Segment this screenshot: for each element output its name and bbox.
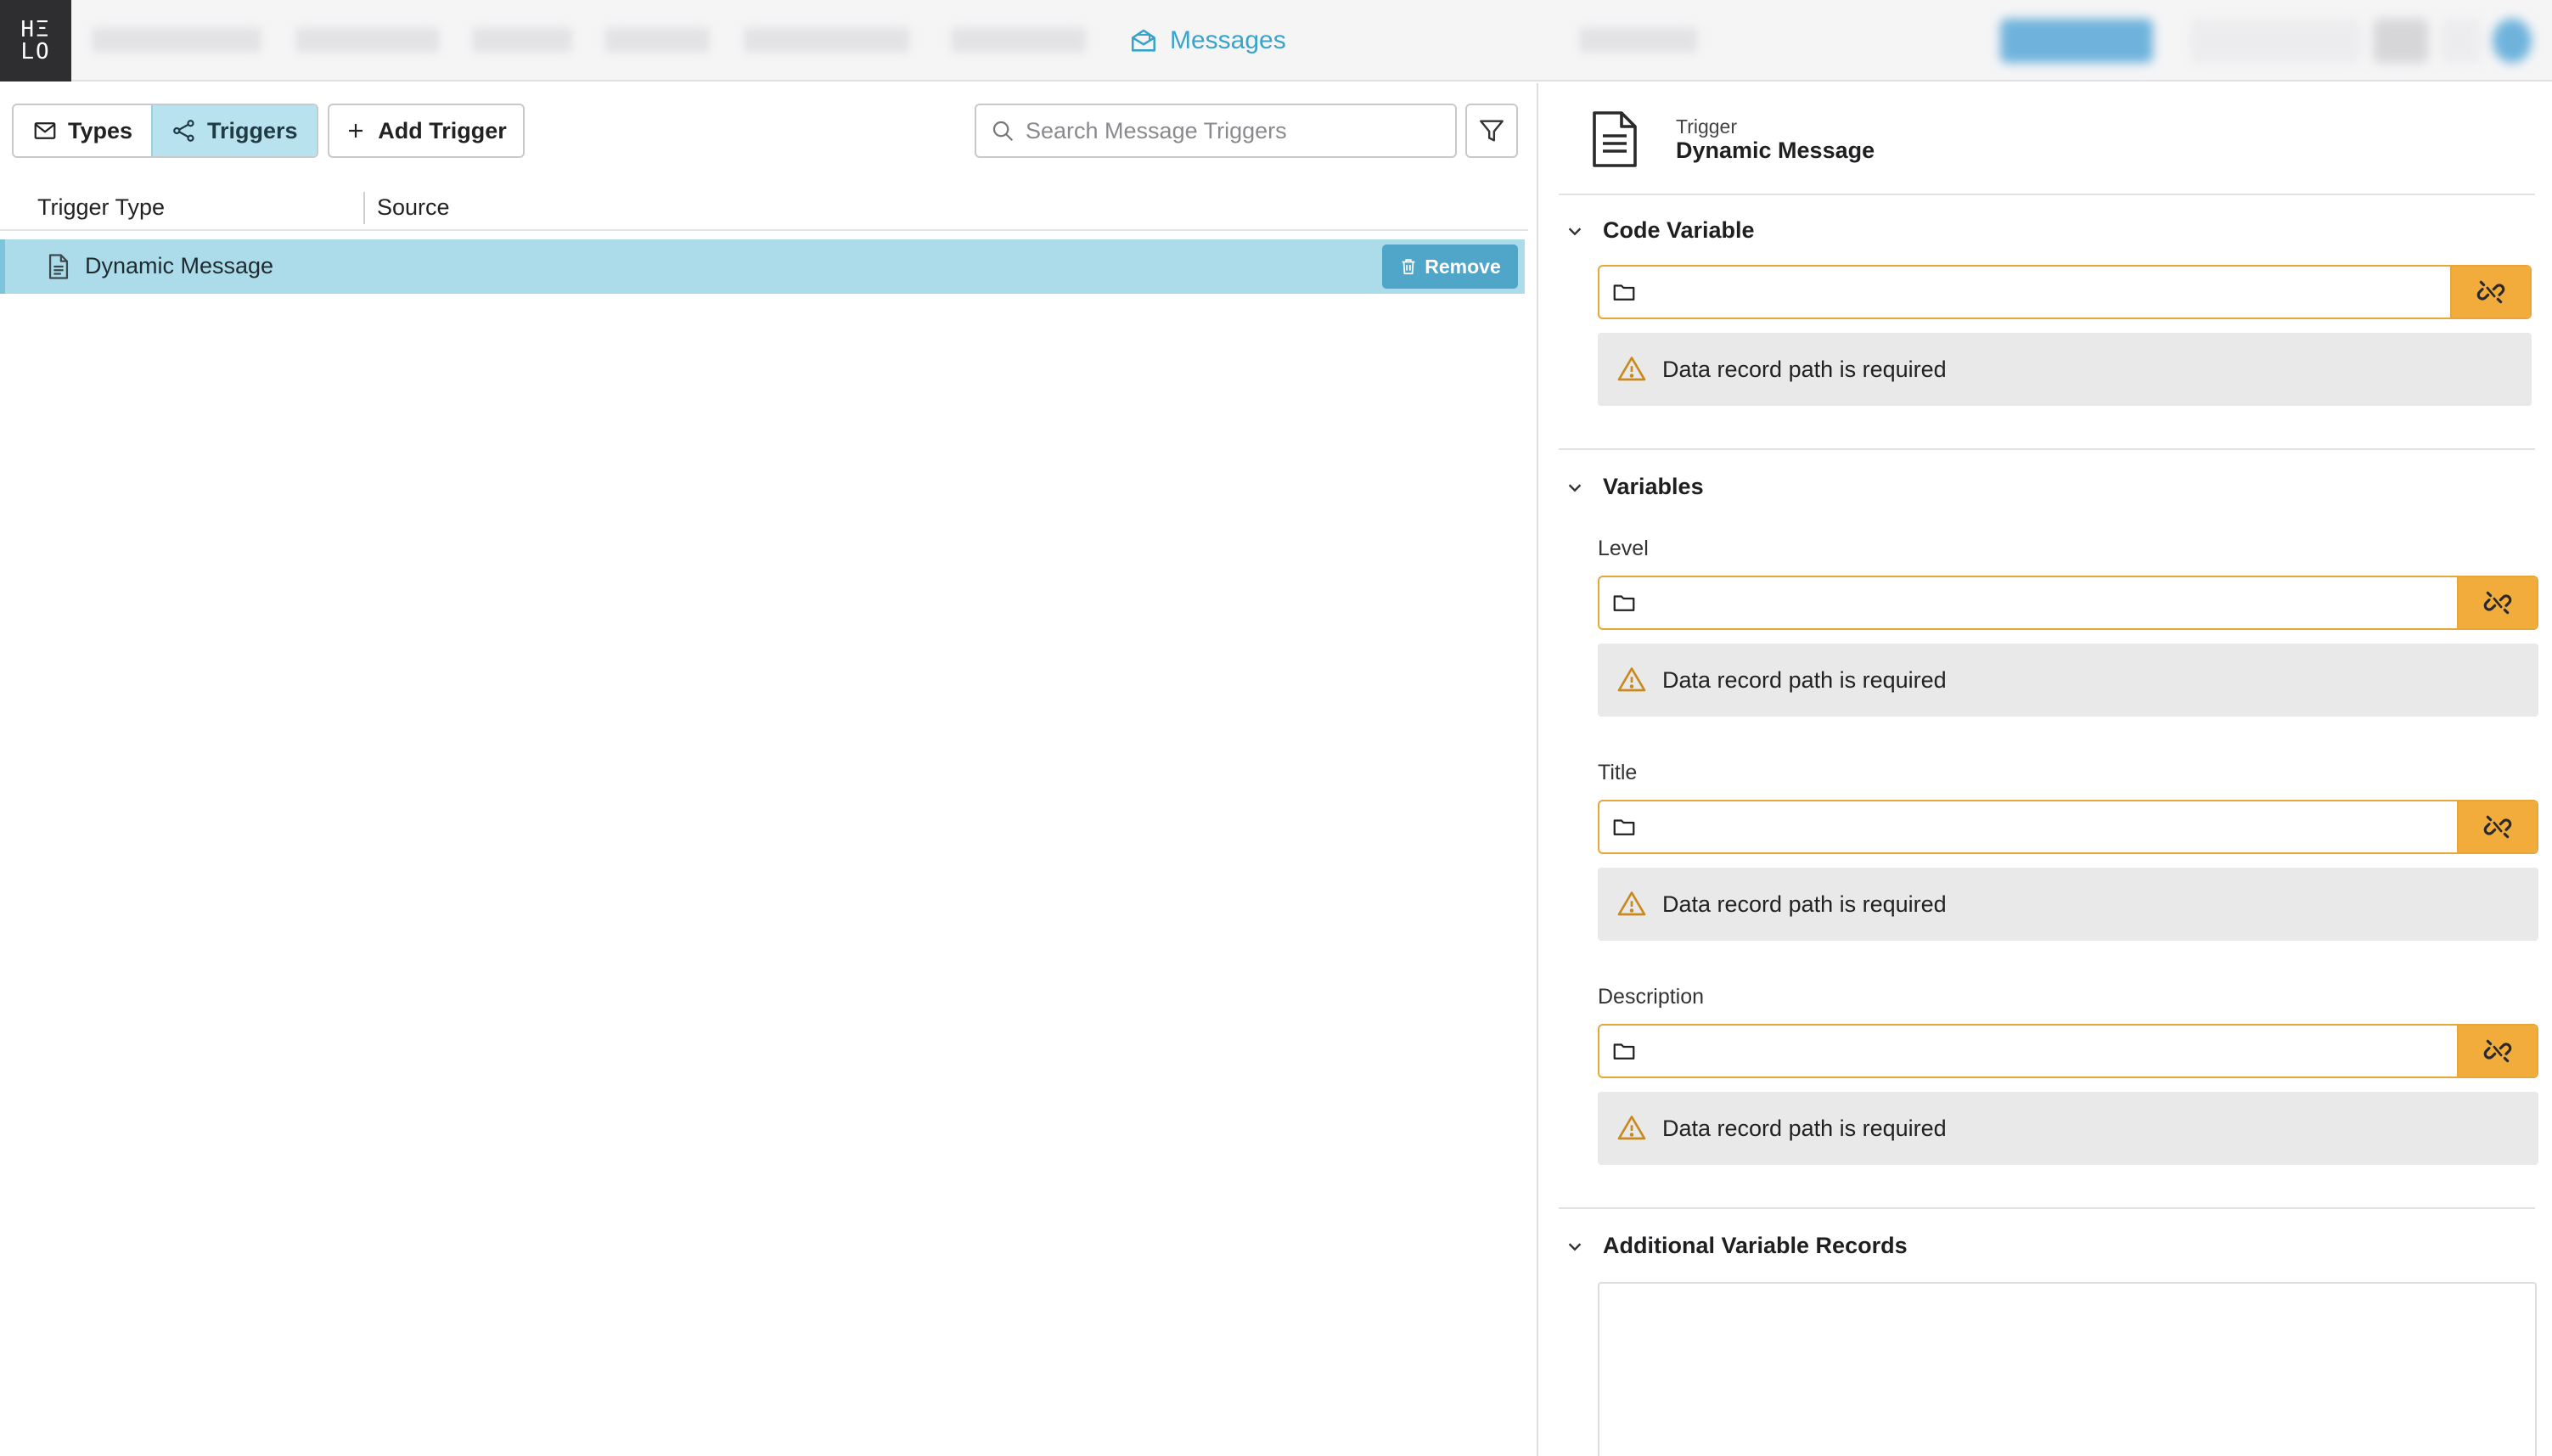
folder-icon[interactable] — [1599, 1026, 1649, 1077]
level-path-input[interactable] — [1649, 577, 2457, 628]
table-header: Trigger Type Source — [0, 183, 1528, 231]
top-navigation-bar: HΞ LO Messages — [0, 0, 2552, 82]
detail-title: Dynamic Message — [1676, 138, 1875, 163]
funnel-icon — [1480, 120, 1504, 142]
section-toggle-additional-variable-records[interactable]: Additional Variable Records — [1565, 1233, 1908, 1259]
chevron-down-icon — [1568, 483, 1582, 492]
code-variable-path-input[interactable] — [1649, 267, 2450, 318]
envelope-icon — [34, 122, 56, 139]
remove-button-label: Remove — [1425, 255, 1501, 278]
app-root: HΞ LO Messages Types Triggers Add Trigge… — [0, 0, 2552, 1456]
nav-tab-messages[interactable]: Messages — [1129, 22, 1286, 59]
logo-text-bottom: LO — [20, 39, 51, 65]
divider — [1559, 194, 2535, 195]
document-lines-icon — [1593, 111, 1637, 167]
nav-item-redacted[interactable] — [472, 27, 572, 53]
validation-message: Data record path is required — [1598, 644, 2538, 717]
triggers-tab[interactable]: Triggers — [151, 105, 317, 156]
folder-icon[interactable] — [1599, 801, 1649, 852]
title-path-input[interactable] — [1649, 801, 2457, 852]
add-trigger-button[interactable]: Add Trigger — [328, 104, 525, 158]
search-box — [975, 104, 1457, 158]
description-path-field — [1598, 1024, 2538, 1078]
add-trigger-label: Add Trigger — [378, 117, 507, 143]
column-header-source[interactable]: Source — [377, 190, 450, 224]
field-label-level: Level — [1598, 537, 1649, 560]
chevron-down-icon — [1568, 1242, 1582, 1251]
share-nodes-icon — [173, 120, 194, 142]
nav-item-redacted[interactable] — [604, 27, 710, 53]
broken-link-icon — [2483, 815, 2512, 839]
user-avatar[interactable] — [2493, 19, 2532, 63]
warning-triangle-icon — [1617, 1116, 1646, 1140]
broken-link-icon — [2483, 591, 2512, 615]
section-toggle-code-variable[interactable]: Code Variable — [1565, 217, 1755, 244]
folder-icon[interactable] — [1599, 577, 1649, 628]
section-title-variables: Variables — [1603, 474, 1704, 499]
triggers-list-panel: Types Triggers Add Trigger Trigger Type … — [0, 83, 1538, 1456]
nav-item-redacted[interactable] — [295, 27, 440, 53]
warning-triangle-icon — [1617, 357, 1646, 381]
remove-button[interactable]: Remove — [1382, 245, 1518, 289]
divider — [1559, 448, 2535, 450]
primary-action-redacted[interactable] — [2000, 19, 2153, 63]
app-logo[interactable]: HΞ LO — [0, 0, 71, 82]
field-label-title: Title — [1598, 761, 1638, 784]
folder-icon[interactable] — [1599, 267, 1649, 318]
validation-message-text: Data record path is required — [1662, 666, 1947, 693]
toolbar-icon-redacted[interactable] — [2442, 19, 2481, 63]
unlink-button[interactable] — [2450, 267, 2530, 318]
column-resize-handle[interactable] — [363, 192, 365, 224]
validation-message: Data record path is required — [1598, 868, 2538, 941]
nav-item-redacted[interactable] — [1579, 27, 1698, 53]
plus-icon — [349, 124, 363, 138]
level-path-field — [1598, 576, 2538, 630]
trigger-detail-panel: Trigger Dynamic Message Code Variable Da… — [1540, 83, 2552, 1456]
title-path-field — [1598, 800, 2538, 854]
warning-triangle-icon — [1617, 891, 1646, 916]
types-tab[interactable]: Types — [14, 105, 151, 156]
broken-link-icon — [2483, 1039, 2512, 1063]
broken-link-icon — [2476, 280, 2505, 304]
trigger-type-cell: Dynamic Message — [85, 253, 274, 278]
description-path-input[interactable] — [1649, 1026, 2457, 1077]
search-input[interactable] — [1026, 117, 1433, 144]
unlink-button[interactable] — [2457, 801, 2537, 852]
table-row[interactable]: Dynamic Message Remove — [0, 239, 1525, 294]
section-title-additional-variable-records: Additional Variable Records — [1603, 1233, 1908, 1258]
types-triggers-toggle: Types Triggers — [12, 104, 318, 158]
nav-tab-messages-label: Messages — [1170, 26, 1286, 54]
logo-text-top: HΞ — [20, 17, 51, 42]
search-icon — [992, 121, 1014, 142]
validation-message-text: Data record path is required — [1662, 356, 1947, 382]
divider — [1559, 1207, 2535, 1209]
additional-variable-records-editor[interactable] — [1598, 1282, 2537, 1456]
toolbar-icon-redacted[interactable] — [2374, 19, 2428, 63]
validation-message: Data record path is required — [1598, 1092, 2538, 1165]
section-toggle-variables[interactable]: Variables — [1565, 474, 1704, 500]
secondary-action-redacted[interactable] — [2190, 19, 2360, 63]
validation-message-text: Data record path is required — [1662, 891, 1947, 917]
chevron-down-icon — [1568, 227, 1582, 235]
triggers-tab-label: Triggers — [207, 117, 298, 143]
unlink-button[interactable] — [2457, 1026, 2537, 1077]
warning-triangle-icon — [1617, 667, 1646, 692]
envelope-open-icon — [1131, 29, 1156, 52]
validation-message: Data record path is required — [1598, 333, 2532, 406]
nav-item-redacted[interactable] — [951, 27, 1087, 53]
validation-message-text: Data record path is required — [1662, 1115, 1947, 1141]
filter-button[interactable] — [1465, 104, 1518, 158]
nav-item-redacted[interactable] — [744, 27, 910, 53]
code-variable-path-field — [1598, 265, 2532, 319]
column-header-trigger-type[interactable]: Trigger Type — [37, 190, 165, 224]
unlink-button[interactable] — [2457, 577, 2537, 628]
field-label-description: Description — [1598, 985, 1705, 1009]
document-icon — [48, 254, 69, 279]
section-title-code-variable: Code Variable — [1603, 217, 1755, 243]
nav-item-redacted[interactable] — [92, 27, 261, 53]
trash-icon — [1402, 259, 1415, 275]
types-tab-label: Types — [68, 117, 133, 143]
detail-kicker: Trigger — [1676, 115, 1737, 138]
